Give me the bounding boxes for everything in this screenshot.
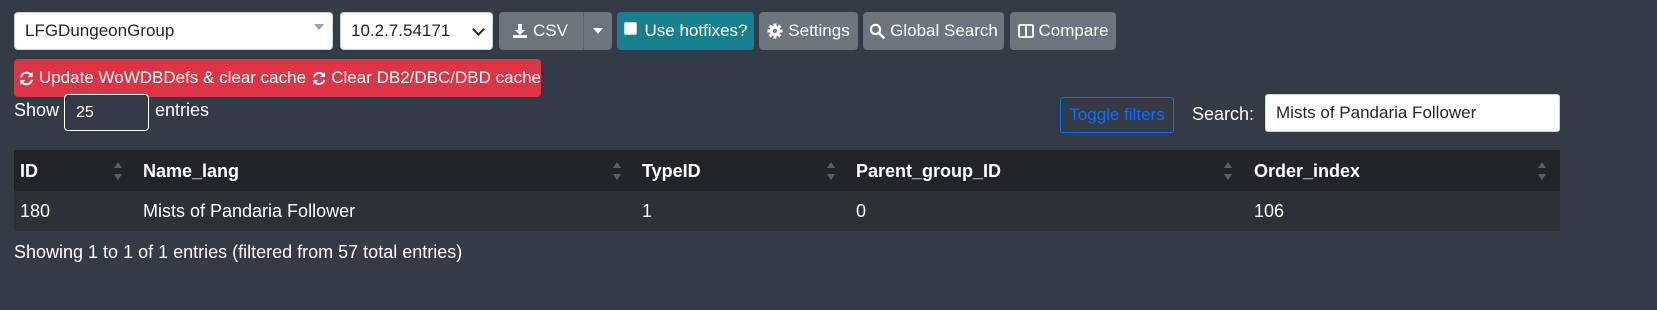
global-search-button[interactable]: Global Search bbox=[863, 12, 1004, 50]
sort-icon[interactable] bbox=[613, 162, 621, 180]
update-wowdbdefs-label: Update WoWDBDefs & clear cache bbox=[38, 68, 307, 87]
sort-icon[interactable] bbox=[114, 162, 122, 180]
entries-length-select[interactable]: 25 bbox=[64, 94, 149, 131]
gear-icon bbox=[767, 23, 783, 39]
clear-cache-button[interactable]: Clear DB2/DBC/DBD cache bbox=[312, 59, 541, 97]
table-select-value: LFGDungeonGroup bbox=[25, 21, 175, 40]
search-input[interactable]: Mists of Pandaria Follower bbox=[1265, 94, 1560, 132]
table-cell-typeid: 1 bbox=[642, 200, 653, 221]
compare-button[interactable]: Compare bbox=[1010, 12, 1116, 50]
sort-icon[interactable] bbox=[1224, 162, 1232, 180]
table-cell-id: 180 bbox=[20, 200, 51, 221]
cache-button-group: Update WoWDBDefs & clear cache Clear DB2… bbox=[14, 59, 541, 97]
column-header-id[interactable]: ID bbox=[20, 150, 38, 192]
table-header: ID Name_lang TypeID Parent_group_ID Orde… bbox=[14, 150, 1560, 192]
table-cell-name-lang: Mists of Pandaria Follower bbox=[143, 200, 356, 221]
column-header-parent-group-id[interactable]: Parent_group_ID bbox=[856, 150, 1001, 192]
columns-icon bbox=[1017, 24, 1034, 38]
clear-cache-label: Clear DB2/DBC/DBD cache bbox=[331, 68, 541, 87]
settings-label: Settings bbox=[788, 21, 850, 40]
sort-icon[interactable] bbox=[827, 162, 835, 180]
sort-icon[interactable] bbox=[1538, 162, 1546, 180]
column-header-name-lang[interactable]: Name_lang bbox=[143, 150, 239, 192]
settings-button[interactable]: Settings bbox=[759, 12, 858, 50]
toggle-filters-label: Toggle filters bbox=[1069, 105, 1165, 124]
table-cell-parent-group-id: 0 bbox=[856, 200, 867, 221]
search-input-value: Mists of Pandaria Follower bbox=[1276, 103, 1477, 122]
csv-button-group: CSV bbox=[499, 12, 612, 50]
search-label: Search: bbox=[1192, 104, 1255, 124]
table-cell-order-index: 106 bbox=[1254, 200, 1285, 221]
chevron-down-icon bbox=[314, 24, 324, 30]
entries-label: entries bbox=[155, 100, 210, 120]
global-search-label: Global Search bbox=[890, 21, 998, 40]
download-icon bbox=[513, 24, 528, 38]
entries-length-value: 25 bbox=[76, 103, 94, 121]
build-select[interactable]: 10.2.7.54171 bbox=[340, 12, 493, 50]
hotfixes-label: Use hotfixes? bbox=[644, 21, 748, 40]
search-icon bbox=[869, 23, 885, 39]
csv-button[interactable]: CSV bbox=[499, 12, 581, 50]
hotfixes-checkbox[interactable] bbox=[623, 21, 637, 35]
hotfixes-toggle[interactable]: Use hotfixes? bbox=[617, 12, 754, 50]
caret-down-icon bbox=[593, 28, 603, 34]
update-wowdbdefs-button[interactable]: Update WoWDBDefs & clear cache bbox=[14, 59, 311, 97]
column-header-order-index[interactable]: Order_index bbox=[1254, 150, 1360, 192]
column-header-typeid[interactable]: TypeID bbox=[642, 150, 701, 192]
refresh-icon bbox=[313, 71, 326, 85]
refresh-icon bbox=[20, 71, 33, 85]
compare-label: Compare bbox=[1038, 21, 1109, 40]
csv-dropdown-toggle[interactable] bbox=[584, 12, 612, 50]
show-label: Show bbox=[14, 100, 60, 120]
chevron-down-icon bbox=[472, 23, 485, 36]
table-info: Showing 1 to 1 of 1 entries (filtered fr… bbox=[14, 242, 463, 262]
csv-label: CSV bbox=[533, 21, 568, 40]
toggle-filters-button[interactable]: Toggle filters bbox=[1060, 97, 1174, 133]
table-select[interactable]: LFGDungeonGroup bbox=[14, 12, 333, 50]
build-select-value: 10.2.7.54171 bbox=[351, 21, 451, 40]
table-row: 180 Mists of Pandaria Follower 1 0 106 bbox=[14, 191, 1560, 231]
